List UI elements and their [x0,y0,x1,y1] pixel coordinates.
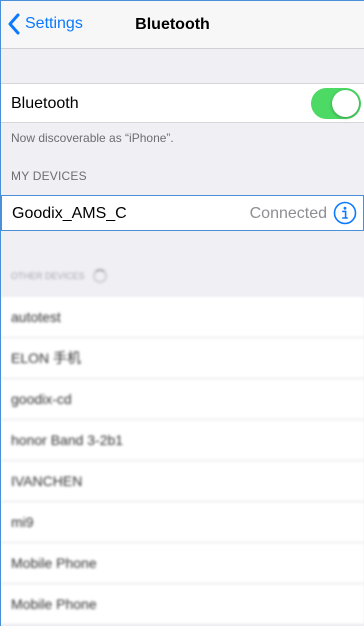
device-row[interactable]: Goodix_AMS_C Connected [1,195,364,231]
list-item[interactable]: autotest [1,297,364,338]
other-devices-header: OTHER DEVICES [11,269,107,283]
other-devices-list: autotest ELON 手机 goodix-cd honor Band 3-… [1,297,364,625]
my-devices-header: MY DEVICES [11,169,87,183]
other-devices-section: OTHER DEVICES autotest ELON 手机 goodix-cd… [1,233,364,626]
spinner-icon [92,269,107,283]
list-item[interactable]: ELON 手机 [1,338,364,379]
list-item[interactable]: Mobile Phone [1,543,364,584]
list-item[interactable]: goodix-cd [1,379,364,420]
bluetooth-label: Bluetooth [11,95,79,112]
list-item[interactable]: Mobile Phone [1,584,364,625]
page-title: Bluetooth [135,16,210,33]
bluetooth-settings-screen: Settings Bluetooth Bluetooth Now discove… [0,0,364,626]
navigation-bar: Settings Bluetooth [1,1,364,49]
other-devices-header-label: OTHER DEVICES [11,271,85,281]
list-item[interactable]: mi9 [1,502,364,543]
discoverable-note: Now discoverable as “iPhone”. [11,131,174,145]
bluetooth-toggle-row: Bluetooth [1,83,364,123]
info-circle-icon[interactable] [333,201,357,225]
list-item[interactable]: IVANCHEN [1,461,364,502]
list-item[interactable]: honor Band 3-2b1 [1,420,364,461]
bluetooth-toggle[interactable] [311,88,361,119]
toggle-knob [332,90,359,117]
device-name: Goodix_AMS_C [12,205,127,222]
device-status: Connected [249,205,327,222]
